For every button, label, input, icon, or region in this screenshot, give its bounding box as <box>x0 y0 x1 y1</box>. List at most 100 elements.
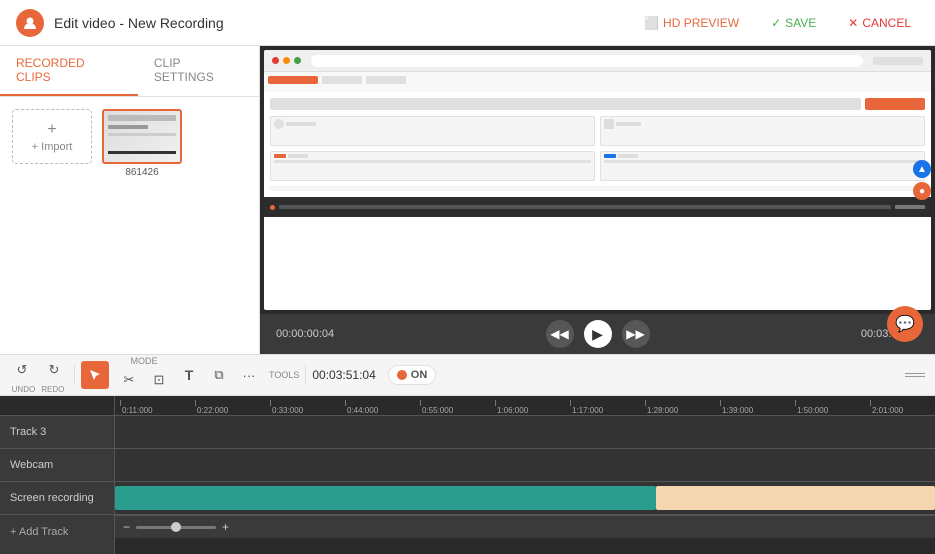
ruler-line <box>795 400 796 406</box>
ruler-time-6: 1:17:000 <box>572 406 603 415</box>
tools-section: TOOLS <box>269 370 299 380</box>
hd-preview-button[interactable]: ⬜ HD PREVIEW <box>636 12 747 34</box>
cancel-button[interactable]: ✕ CANCEL <box>840 12 919 34</box>
save-button[interactable]: ✓ SAVE <box>763 12 824 34</box>
preview-card-3 <box>270 151 595 181</box>
ruler-time-7: 1:28:000 <box>647 406 678 415</box>
ruler-time-5: 1:06:000 <box>497 406 528 415</box>
more-tool-button[interactable]: ··· <box>235 361 263 389</box>
clip-bar <box>108 151 176 154</box>
bottom-bar-preview <box>264 197 931 217</box>
preview-browser-bar <box>264 50 931 72</box>
minimize-dot <box>283 57 290 64</box>
clip-area: + + Import 861426 <box>0 97 259 190</box>
zoom-thumb[interactable] <box>171 522 181 532</box>
ruler-mark-4: 0:55:000 <box>420 400 495 415</box>
cream-block[interactable] <box>656 486 935 510</box>
drag-handle[interactable] <box>903 371 927 379</box>
undo-button[interactable]: ↺ <box>8 356 36 384</box>
teal-block[interactable] <box>115 486 656 510</box>
clip-image <box>102 109 182 164</box>
ruler-spacer <box>0 396 114 416</box>
ruler-time-10: 2:01:000 <box>872 406 903 415</box>
bottom-controls: − + <box>115 515 935 538</box>
ruler-mark-10: 2:01:000 <box>870 400 935 415</box>
ruler-mark-5: 1:06:000 <box>495 400 570 415</box>
ruler-line <box>420 400 421 406</box>
close-dot <box>272 57 279 64</box>
clip-image-inner <box>104 111 180 162</box>
ruler-mark-7: 1:28:000 <box>645 400 720 415</box>
side-icon-orange[interactable]: ● <box>913 182 931 200</box>
clip-label: 861426 <box>125 167 158 178</box>
play-button[interactable]: ▶ <box>584 320 612 348</box>
mode-label: MODE <box>131 356 158 366</box>
track-row-3 <box>115 416 935 449</box>
side-icons: ▲ ● <box>909 156 935 204</box>
ruler-time-1: 0:22:000 <box>197 406 228 415</box>
tabs: RECORDED CLIPS CLIP SETTINGS <box>0 46 259 97</box>
ruler-mark-6: 1:17:000 <box>570 400 645 415</box>
ruler-time-9: 1:50:000 <box>797 406 828 415</box>
ruler-mark-2: 0:33:000 <box>270 400 345 415</box>
rec-label: ON <box>411 369 428 381</box>
ruler-time-8: 1:39:000 <box>722 406 753 415</box>
tools-label: TOOLS <box>269 370 299 380</box>
ruler-line <box>870 400 871 406</box>
ruler-mark-0: 0:11:000 <box>120 400 195 415</box>
chat-button[interactable]: 💬 <box>887 306 923 342</box>
track-label-screen: Screen recording <box>0 482 114 515</box>
zoom-out-button[interactable]: − <box>123 520 130 534</box>
check-icon: ✓ <box>771 16 781 30</box>
logo-icon <box>16 9 44 37</box>
crop-tool-button[interactable]: ⊡ <box>145 366 173 394</box>
video-controls: 00:00:00:04 ◀◀ ▶ ▶▶ 00:03:51:04 <box>260 314 935 354</box>
header: Edit video - New Recording ⬜ HD PREVIEW … <box>0 0 935 46</box>
undo-redo-labels: UNDO REDO <box>12 385 65 394</box>
forward-button[interactable]: ▶▶ <box>622 320 650 348</box>
time-left: 00:00:00:04 <box>276 328 334 340</box>
add-track-button[interactable]: + Add Track <box>0 515 114 548</box>
preview-card-row-1 <box>270 116 925 146</box>
preview-content <box>264 50 931 310</box>
tracks-content: 0:11:000 0:22:000 0:33:000 0:44:000 <box>115 396 935 554</box>
select-tool-button[interactable] <box>81 361 109 389</box>
cut-tool-button[interactable]: ✂ <box>115 366 143 394</box>
clip-thumb[interactable]: 861426 <box>102 109 182 178</box>
text-tool-button[interactable]: T <box>175 361 203 389</box>
preview-card-4 <box>600 151 925 181</box>
separator-2 <box>305 365 306 385</box>
ruler-line <box>495 400 496 406</box>
import-button[interactable]: + + Import <box>12 109 92 164</box>
ruler-line <box>345 400 346 406</box>
split-tool-button[interactable]: ⧉ <box>205 361 233 389</box>
zoom-slider[interactable] <box>136 526 216 529</box>
rec-dot-preview <box>270 205 275 210</box>
current-time-display: 00:03:51:04 <box>312 368 375 382</box>
ruler-time-4: 0:55:000 <box>422 406 453 415</box>
rec-dot <box>397 370 407 380</box>
mode-btns: ✂ ⊡ <box>115 366 173 394</box>
track-row-webcam <box>115 449 935 482</box>
url-bar <box>311 55 863 67</box>
ctrl-btns: ◀◀ ▶ ▶▶ <box>546 320 650 348</box>
ruler-mark-1: 0:22:000 <box>195 400 270 415</box>
rewind-button[interactable]: ◀◀ <box>546 320 574 348</box>
side-icon-blue[interactable]: ▲ <box>913 160 931 178</box>
ruler-line <box>270 400 271 406</box>
ruler-line <box>120 400 121 406</box>
separator-1 <box>74 365 75 385</box>
rec-indicator: ON <box>388 365 437 385</box>
ruler-time-2: 0:33:000 <box>272 406 303 415</box>
ruler-mark-9: 1:50:000 <box>795 400 870 415</box>
tab-recorded-clips[interactable]: RECORDED CLIPS <box>0 46 138 96</box>
x-icon: ✕ <box>848 16 858 30</box>
zoom-in-button[interactable]: + <box>222 520 229 534</box>
ruler-time-0: 0:11:000 <box>122 406 153 415</box>
tab-clip-settings[interactable]: CLIP SETTINGS <box>138 46 259 96</box>
redo-button[interactable]: ↻ <box>40 356 68 384</box>
ruler-marks: 0:11:000 0:22:000 0:33:000 0:44:000 <box>115 400 935 415</box>
preview-card-row-2 <box>270 151 925 181</box>
ruler-line <box>645 400 646 406</box>
timeline-area: ↺ ↻ UNDO REDO MODE ✂ ⊡ T ⧉ ··· <box>0 354 935 554</box>
